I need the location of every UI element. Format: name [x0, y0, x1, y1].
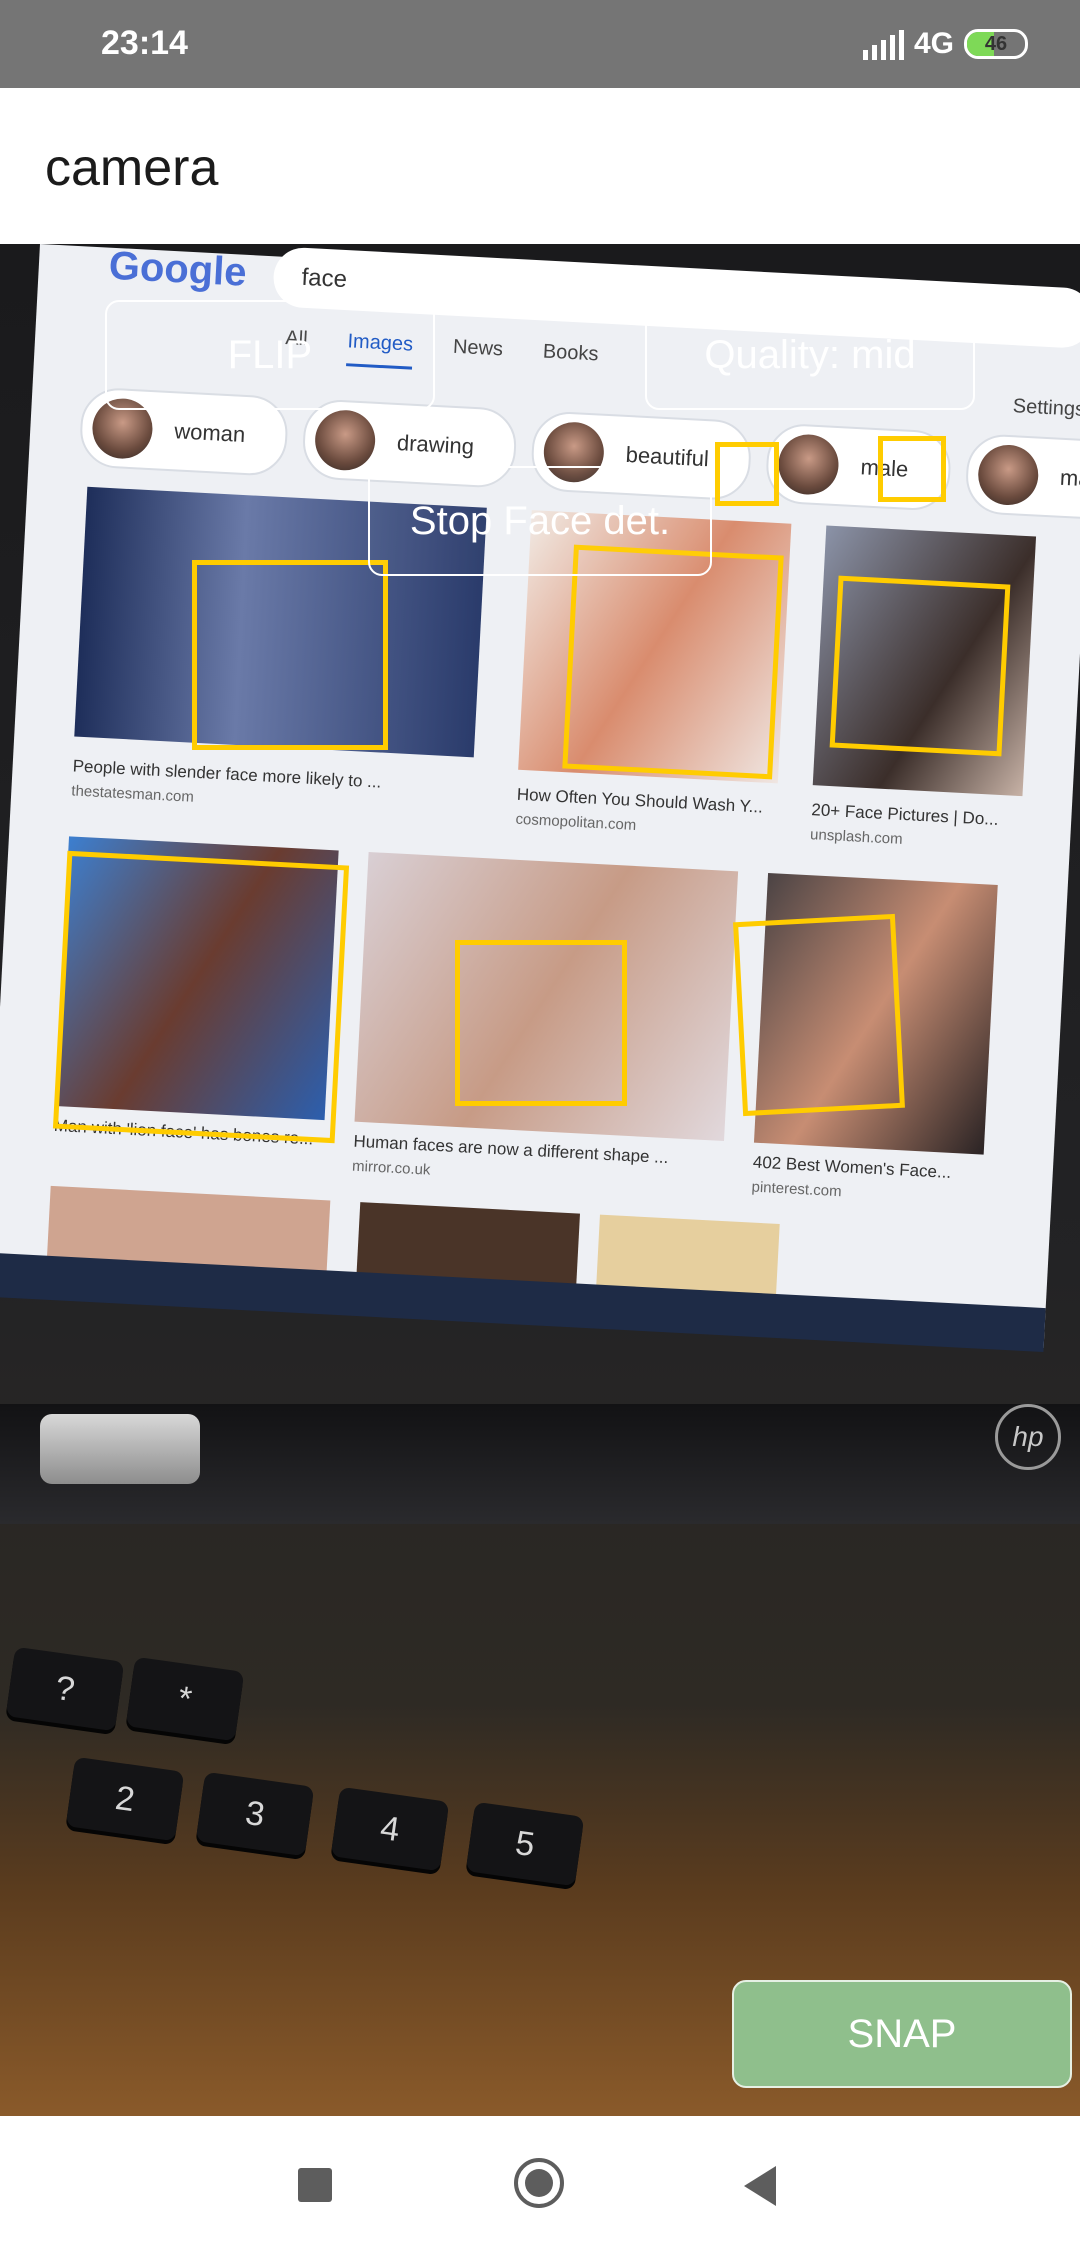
chip-label: drawing: [396, 429, 475, 459]
face-box: [878, 436, 946, 502]
signal-icon: [862, 28, 904, 60]
tab-news: News: [452, 335, 504, 361]
chip-makeup: makeup: [964, 432, 1080, 524]
keyboard-key: 5: [465, 1801, 585, 1887]
keyboard-key: *: [125, 1656, 245, 1742]
snap-button[interactable]: SNAP: [732, 1980, 1072, 2088]
face-box: [733, 913, 905, 1117]
clock: 23:14: [101, 24, 188, 62]
face-box: [829, 575, 1011, 757]
keyboard-key: 2: [65, 1756, 185, 1842]
chip-thumbnail: [976, 443, 1040, 507]
chip-label: woman: [173, 418, 246, 447]
image-source: pinterest.com: [751, 1178, 842, 1201]
face-detection-toggle-button[interactable]: Stop Face det.: [368, 466, 712, 576]
image-caption: 402 Best Women's Face...: [752, 1152, 952, 1182]
keyboard-key: 3: [195, 1771, 315, 1857]
image-caption: 20+ Face Pictures | Do...: [810, 800, 999, 829]
status-icons: 4G 46: [862, 24, 1028, 64]
image-source: unsplash.com: [809, 826, 904, 848]
chip-thumbnail: [313, 408, 377, 472]
image-source: mirror.co.uk: [351, 1157, 431, 1179]
camera-preview[interactable]: Google face All Images News Books Settin…: [0, 244, 1080, 2116]
battery-level: 46: [984, 32, 1008, 55]
network-type: 4G: [913, 27, 954, 60]
app-title: camera: [45, 139, 219, 197]
search-query: face: [300, 263, 348, 294]
settings-link: Settings: [1012, 395, 1080, 421]
system-nav-bar: [0, 2116, 1080, 2246]
face-box: [52, 850, 350, 1144]
battery-icon: 46: [964, 29, 1028, 59]
search-logo: Google: [107, 244, 248, 295]
recents-icon[interactable]: [298, 2168, 332, 2202]
image-source: thestatesman.com: [70, 782, 195, 806]
face-box: [192, 560, 388, 750]
face-box: [715, 442, 779, 506]
tab-books: Books: [542, 340, 600, 366]
face-box: [562, 544, 784, 780]
back-icon[interactable]: [744, 2166, 776, 2206]
keyboard-key: 4: [330, 1786, 450, 1872]
image-source: cosmopolitan.com: [515, 810, 637, 834]
quality-button[interactable]: Quality: mid: [645, 300, 975, 410]
chip-thumbnail: [777, 433, 841, 497]
home-icon[interactable]: [514, 2158, 564, 2208]
hinge-cap: [40, 1414, 200, 1484]
hp-logo: hp: [995, 1404, 1061, 1470]
face-box: [455, 940, 627, 1106]
status-bar: 23:14 4G 46: [0, 0, 1080, 88]
app-bar: camera: [0, 88, 1080, 244]
keyboard-key: ?: [5, 1646, 125, 1732]
flip-camera-button[interactable]: FLIP: [105, 300, 435, 410]
chip-label: makeup: [1059, 464, 1080, 494]
